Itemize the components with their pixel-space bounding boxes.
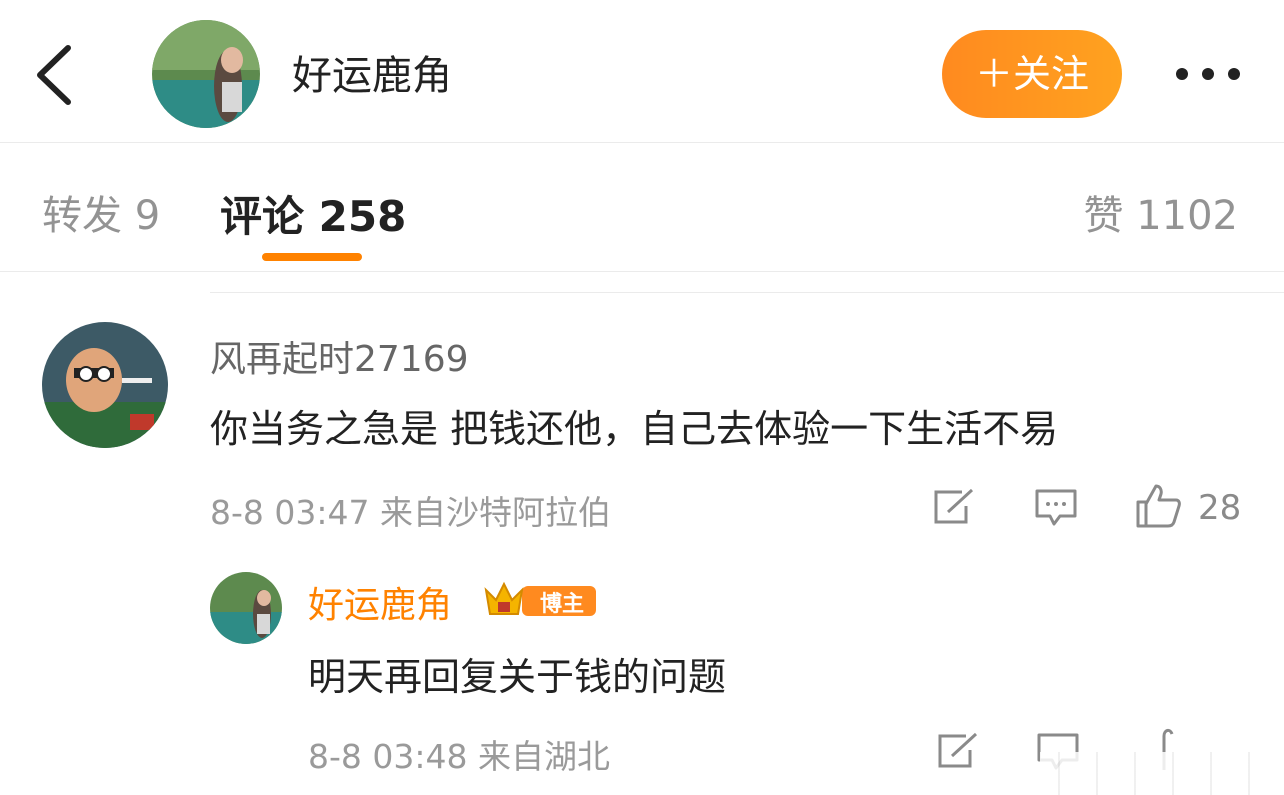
- more-icon[interactable]: [1172, 60, 1244, 88]
- reply-meta: 8-8 03:48 来自湖北: [308, 737, 610, 776]
- like-count: 28: [1198, 488, 1242, 528]
- active-tab-indicator: [262, 253, 362, 261]
- render-artifact: [1040, 752, 1284, 795]
- reply-author-avatar[interactable]: [210, 572, 282, 644]
- like-icon[interactable]: [1134, 482, 1182, 528]
- follow-button[interactable]: ＋关注: [942, 30, 1122, 118]
- blogger-badge: 博主: [540, 592, 585, 617]
- repost-icon[interactable]: [932, 488, 976, 526]
- tab-reposts[interactable]: 转发 9: [42, 183, 160, 241]
- commenter-avatar[interactable]: [42, 322, 168, 448]
- reply-repost-icon[interactable]: [936, 732, 980, 770]
- comment-icon[interactable]: [1034, 488, 1078, 528]
- back-icon[interactable]: [30, 42, 80, 108]
- tab-bar: 转发 9 评论 258 赞 1102: [0, 143, 1284, 272]
- tab-comments[interactable]: 评论 258: [220, 183, 406, 244]
- top-bar: 好运鹿角 ＋关注: [0, 0, 1284, 143]
- comment-meta: 8-8 03:47 来自沙特阿拉伯: [210, 493, 611, 532]
- reply-text: 明天再回复关于钱的问题: [308, 655, 727, 699]
- comment-text: 你当务之急是 把钱还他，自己去体验一下生活不易: [210, 407, 1059, 451]
- author-avatar[interactable]: [152, 20, 260, 128]
- reply-author-name[interactable]: 好运鹿角: [308, 576, 452, 628]
- author-name[interactable]: 好运鹿角: [292, 48, 452, 104]
- commenter-name[interactable]: 风再起时27169: [210, 330, 469, 382]
- divider: [210, 292, 1284, 293]
- tab-likes[interactable]: 赞 1102: [1083, 183, 1238, 241]
